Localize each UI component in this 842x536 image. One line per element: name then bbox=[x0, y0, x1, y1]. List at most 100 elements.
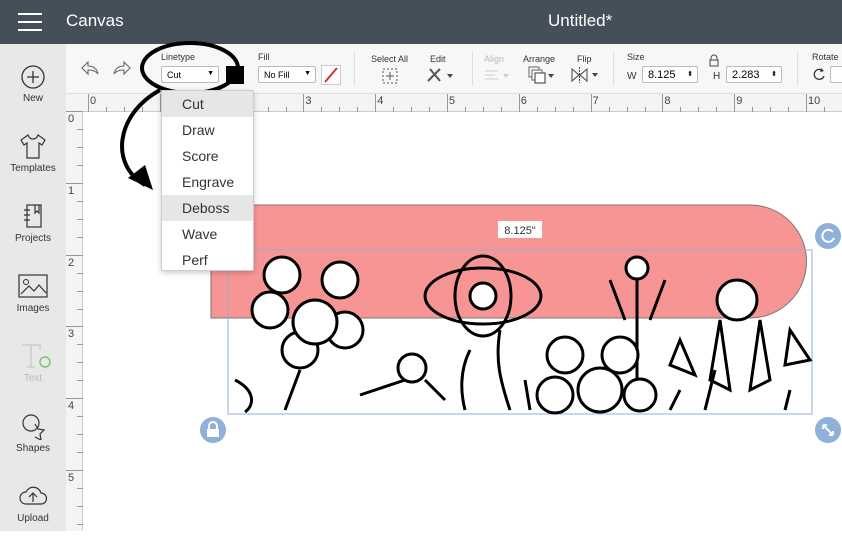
no-fill-swatch-icon[interactable] bbox=[321, 65, 341, 85]
image-icon bbox=[18, 274, 48, 298]
divider bbox=[472, 52, 473, 86]
divider bbox=[613, 52, 614, 86]
resize-handle[interactable] bbox=[815, 417, 841, 443]
linetype-select[interactable]: Cut ▼ bbox=[161, 66, 219, 83]
vertical-ruler: 0 1 2 3 4 5 bbox=[66, 111, 83, 531]
sidebar-label: Upload bbox=[17, 513, 49, 524]
ruler-tick bbox=[375, 94, 377, 112]
ruler-tick bbox=[88, 94, 89, 112]
ruler-tick bbox=[806, 94, 807, 112]
top-bar: Canvas Untitled* bbox=[0, 0, 842, 44]
linetype-option-engrave[interactable]: Engrave bbox=[162, 169, 253, 195]
plus-circle-icon bbox=[21, 65, 45, 89]
ruler-tick bbox=[518, 94, 520, 112]
size-label: Size bbox=[627, 52, 645, 62]
ruler-label: 4 bbox=[68, 400, 75, 413]
linetype-dropdown-menu: Cut Draw Score Engrave Deboss Wave Perf bbox=[161, 90, 254, 271]
ruler-label: 7 bbox=[592, 95, 599, 107]
height-label: H bbox=[713, 71, 721, 82]
app-title: Canvas bbox=[66, 11, 124, 30]
ruler-tick bbox=[662, 94, 664, 112]
width-label: W bbox=[627, 71, 637, 82]
hamburger-menu-icon[interactable] bbox=[18, 13, 42, 31]
lock-handle[interactable] bbox=[200, 417, 226, 443]
ruler-tick bbox=[303, 94, 305, 112]
ruler-tick bbox=[66, 182, 83, 184]
document-title: Untitled* bbox=[548, 11, 613, 30]
sidebar-item-images[interactable]: Images bbox=[0, 272, 66, 314]
stepper-icon[interactable]: ⬍ bbox=[687, 70, 693, 78]
height-value: 2.283 bbox=[732, 69, 760, 81]
redo-icon[interactable] bbox=[112, 60, 132, 76]
linetype-option-wave[interactable]: Wave bbox=[162, 221, 253, 247]
ruler-label: 1 bbox=[68, 184, 75, 197]
linetype-option-deboss[interactable]: Deboss bbox=[162, 195, 253, 221]
height-input[interactable]: 2.283 ⬍ bbox=[726, 66, 782, 83]
fill-label: Fill bbox=[258, 52, 270, 62]
flip-label: Flip bbox=[577, 54, 592, 64]
linetype-option-perf[interactable]: Perf bbox=[162, 247, 253, 273]
ruler-label: 0 bbox=[90, 95, 97, 107]
ruler-label: 6 bbox=[520, 95, 527, 107]
ruler-label: 8 bbox=[664, 95, 671, 107]
sidebar-item-shapes[interactable]: Shapes bbox=[0, 412, 66, 454]
rotate-input[interactable] bbox=[830, 66, 842, 83]
chevron-down-icon: ▼ bbox=[207, 70, 214, 77]
notebook-icon bbox=[24, 204, 42, 228]
sidebar-label: Images bbox=[16, 303, 50, 314]
arrange-label: Arrange bbox=[523, 54, 556, 64]
sidebar-item-text[interactable]: Text bbox=[0, 342, 66, 384]
sidebar-item-templates[interactable]: Templates bbox=[0, 132, 66, 174]
select-all-icon[interactable] bbox=[382, 68, 398, 84]
ruler-tick bbox=[66, 470, 83, 471]
sidebar-item-upload[interactable]: Upload bbox=[0, 482, 66, 524]
undo-icon[interactable] bbox=[80, 60, 100, 76]
align-icon bbox=[485, 70, 509, 80]
ruler-label: 5 bbox=[68, 472, 75, 484]
width-input[interactable]: 8.125 ⬍ bbox=[642, 66, 698, 83]
edit-label: Edit bbox=[430, 54, 446, 64]
divider bbox=[354, 52, 355, 86]
sidebar-item-projects[interactable]: Projects bbox=[0, 202, 66, 244]
linetype-option-score[interactable]: Score bbox=[162, 143, 253, 169]
sidebar-label: Text bbox=[23, 373, 43, 384]
lock-ratio-icon[interactable] bbox=[708, 54, 720, 67]
shapes-icon bbox=[22, 414, 46, 440]
ruler-tick bbox=[447, 94, 448, 112]
ruler-label: 9 bbox=[736, 95, 743, 107]
width-value: 8.125 bbox=[648, 69, 676, 81]
rotate-icon bbox=[813, 68, 825, 80]
fill-select[interactable]: No Fill ▼ bbox=[258, 66, 316, 83]
arrange-icon[interactable] bbox=[528, 66, 556, 84]
flip-icon[interactable] bbox=[571, 67, 601, 83]
select-all-label: Select All bbox=[371, 54, 409, 64]
flower bbox=[359, 352, 447, 402]
sidebar: New Templates Projects Images Text Shape… bbox=[0, 44, 66, 531]
upload-cloud-icon bbox=[19, 486, 48, 505]
divider bbox=[797, 52, 798, 86]
edit-tools-icon[interactable] bbox=[426, 67, 454, 83]
linetype-color-swatch[interactable] bbox=[226, 66, 244, 84]
tshirt-icon bbox=[20, 134, 46, 159]
linetype-option-cut[interactable]: Cut bbox=[162, 91, 253, 117]
sidebar-item-new[interactable]: New bbox=[0, 64, 66, 104]
fill-value: No Fill bbox=[264, 70, 290, 80]
linetype-option-draw[interactable]: Draw bbox=[162, 117, 253, 143]
ruler-label: 2 bbox=[68, 256, 75, 269]
toolbar: Linetype Cut ▼ Fill No Fill ▼ Select All E… bbox=[66, 44, 842, 94]
text-icon bbox=[22, 344, 51, 368]
ruler-tick bbox=[734, 94, 736, 112]
ruler-tick bbox=[66, 254, 83, 256]
sidebar-label: Projects bbox=[14, 233, 52, 244]
align-label: Align bbox=[484, 54, 505, 64]
ruler-label: 4 bbox=[377, 95, 384, 107]
rotate-label: Rotate bbox=[812, 52, 839, 62]
ruler-tick bbox=[66, 326, 83, 328]
sidebar-label: New bbox=[22, 93, 43, 104]
rotate-handle[interactable] bbox=[815, 223, 841, 249]
linetype-label: Linetype bbox=[161, 52, 196, 62]
width-readout: 8.125" bbox=[504, 225, 536, 237]
stepper-icon[interactable]: ⬍ bbox=[771, 70, 777, 78]
ruler-label: 10 bbox=[808, 95, 821, 107]
chevron-down-icon: ▼ bbox=[304, 70, 311, 77]
